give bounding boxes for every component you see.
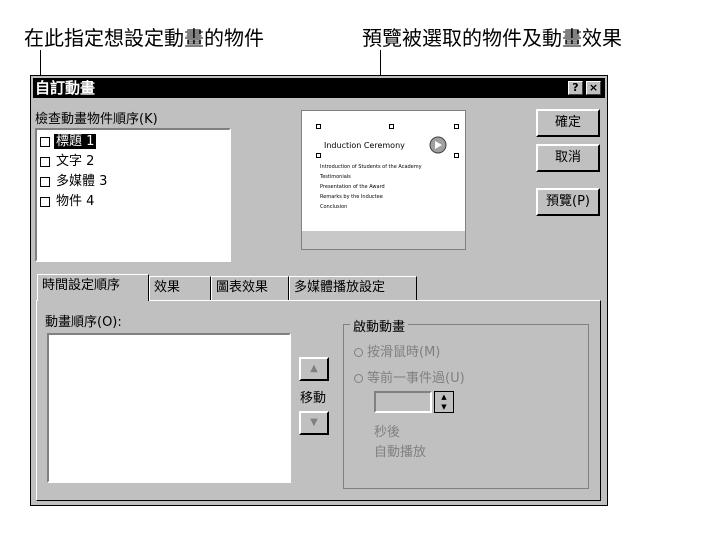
move-label: 移動	[300, 391, 327, 406]
tab-timing[interactable]: 時間設定順序	[37, 274, 149, 301]
after-previous-label: 等前一事件過(U)	[367, 371, 465, 386]
selection-handle	[454, 124, 459, 129]
object-item-media-3[interactable]: 多媒體 3	[40, 172, 109, 192]
move-down-button[interactable]: ▼	[299, 411, 329, 435]
tab-multimedia[interactable]: 多媒體播放設定	[289, 276, 417, 300]
on-click-option[interactable]: 按滑鼠時(M)	[354, 341, 440, 360]
object-label: 標題 1	[54, 134, 97, 149]
object-item-text-2[interactable]: 文字 2	[40, 152, 96, 172]
dialog-title: 自訂動畫	[35, 79, 96, 97]
seconds-suffix-label: 秒後	[374, 425, 401, 440]
start-animation-group: 啟動動畫 按滑鼠時(M) 等前一事件過(U) ▲ ▼ 秒後 自動播放	[343, 316, 589, 489]
auto-play-label: 自動播放	[374, 445, 427, 460]
preview-bullet: Presentation of the Award	[320, 184, 385, 190]
object-checkbox[interactable]	[40, 196, 50, 207]
animation-order-label: 動畫順序(O):	[45, 315, 122, 330]
objects-label: 檢查動畫物件順序(K)	[35, 112, 158, 127]
selection-handle	[316, 124, 321, 129]
seconds-input[interactable]	[374, 391, 432, 413]
ok-button[interactable]: 確定	[536, 109, 600, 137]
title-bar: 自訂動畫 ? ×	[33, 78, 605, 98]
seconds-spinner[interactable]: ▲ ▼	[434, 391, 454, 413]
on-click-radio[interactable]	[354, 348, 363, 357]
object-checkbox[interactable]	[40, 156, 50, 167]
selection-handle	[454, 153, 459, 158]
arrow-up-icon: ▲	[310, 363, 318, 374]
tab-chart-effects[interactable]: 圖表效果	[211, 276, 289, 300]
help-button[interactable]: ?	[568, 81, 583, 95]
close-button[interactable]: ×	[586, 81, 601, 95]
preview-bullet: Testimonials	[320, 174, 351, 180]
media-icon	[429, 136, 447, 154]
callout-select-object: 在此指定想設定動畫的物件	[24, 26, 264, 50]
preview-bullet: Remarks by the Inductee	[320, 194, 383, 200]
animation-order-list[interactable]	[47, 333, 291, 483]
cancel-button[interactable]: 取消	[536, 144, 600, 172]
preview-button[interactable]: 預覽(P)	[536, 188, 600, 216]
after-previous-option[interactable]: 等前一事件過(U)	[354, 367, 465, 386]
object-item-object-4[interactable]: 物件 4	[40, 192, 96, 212]
slide-preview: Induction Ceremony Introduction of Stude…	[301, 110, 466, 250]
selection-handle	[389, 124, 394, 129]
object-label: 多媒體 3	[56, 174, 108, 189]
preview-slide-title: Induction Ceremony	[324, 141, 405, 150]
selection-handle	[316, 153, 321, 158]
start-animation-legend: 啟動動畫	[350, 316, 409, 335]
spin-up-icon[interactable]: ▲	[435, 392, 453, 402]
preview-bullet: Introduction of Students of the Academy	[320, 164, 422, 170]
tab-effects[interactable]: 效果	[149, 276, 211, 300]
spin-down-icon[interactable]: ▼	[435, 402, 453, 412]
object-item-title-1[interactable]: 標題 1	[40, 132, 97, 152]
callout-preview: 預覽被選取的物件及動畫效果	[362, 26, 622, 50]
object-label: 物件 4	[56, 194, 95, 209]
preview-floor	[302, 231, 465, 249]
on-click-label: 按滑鼠時(M)	[367, 345, 441, 360]
object-label: 文字 2	[56, 154, 95, 169]
object-checkbox[interactable]	[40, 176, 50, 187]
custom-animation-dialog: 自訂動畫 ? × 檢查動畫物件順序(K) 標題 1 文字 2 多媒體 3 物件 …	[30, 75, 608, 506]
after-previous-radio[interactable]	[354, 374, 363, 383]
objects-list[interactable]: 標題 1 文字 2 多媒體 3 物件 4	[35, 128, 231, 262]
move-up-button[interactable]: ▲	[299, 357, 329, 381]
arrow-down-icon: ▼	[310, 417, 318, 428]
preview-bullet: Conclusion	[320, 204, 348, 210]
object-checkbox[interactable]	[40, 136, 50, 147]
